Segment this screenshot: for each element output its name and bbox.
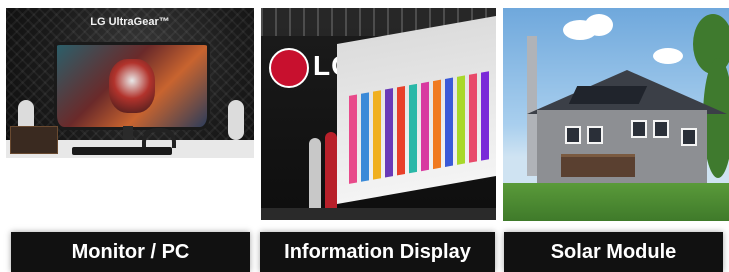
caption-solar-module: Solar Module: [504, 232, 723, 272]
solar-module-image: [503, 8, 729, 221]
color-stripe: [481, 71, 489, 161]
information-display-image: LG 98" ULTRA HD Large Display: [261, 8, 496, 220]
person-visitor: [325, 132, 337, 218]
ultragear-brand-text: LG UltraGear™: [90, 16, 170, 28]
window: [653, 120, 669, 138]
color-stripe: [469, 73, 477, 163]
person-visitor: [309, 138, 321, 218]
color-stripe: [397, 86, 405, 176]
window: [681, 128, 697, 146]
color-stripe: [385, 88, 393, 178]
headset-icon: [142, 128, 176, 148]
game-character: [109, 59, 155, 113]
cloud: [585, 14, 613, 36]
window: [587, 126, 603, 144]
color-stripe: [433, 79, 441, 170]
color-stripe: [457, 75, 465, 165]
window: [631, 120, 647, 138]
video-wall: [337, 15, 496, 205]
window: [565, 126, 581, 144]
cloud: [653, 48, 683, 64]
floor: [261, 208, 496, 220]
color-stripe: [409, 83, 417, 174]
monitor-pc-image: LG UltraGear™: [6, 8, 254, 158]
color-stripe: [349, 94, 357, 184]
house: [537, 110, 707, 190]
color-stripe: [421, 81, 429, 172]
caption-information-display: Information Display: [260, 232, 495, 272]
keyboard: [72, 147, 172, 155]
color-stripe: [445, 77, 453, 167]
solar-panel-array: [568, 86, 648, 104]
caption-monitor-pc: Monitor / PC: [11, 232, 250, 272]
color-stripe: [373, 90, 381, 180]
lg-logo-icon: [269, 48, 309, 88]
color-stripe: [361, 92, 369, 182]
speaker-right: [228, 100, 244, 140]
audio-device: [10, 126, 58, 154]
deck: [561, 154, 635, 177]
curved-monitor: [54, 42, 210, 130]
lawn: [503, 183, 729, 221]
